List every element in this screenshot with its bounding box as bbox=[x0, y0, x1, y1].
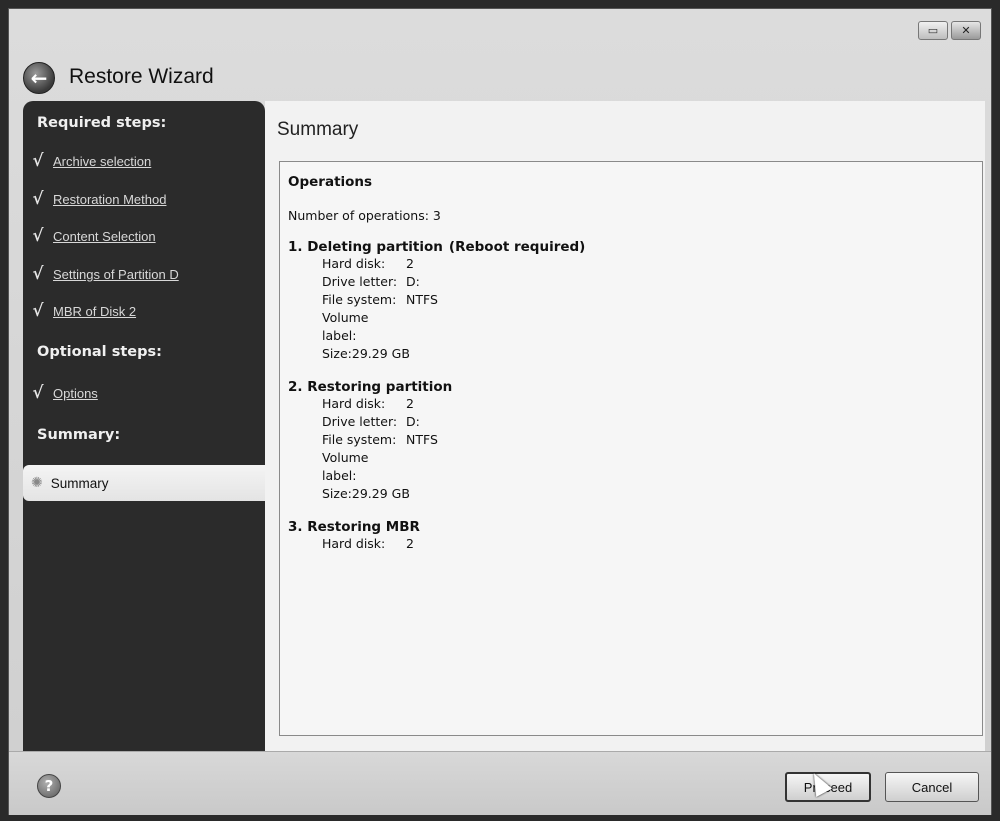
field-value: D: bbox=[406, 414, 420, 429]
sidebar-item-mbr-disk-2[interactable]: √ MBR of Disk 2 bbox=[31, 301, 136, 321]
operation-title: 2. Restoring partition bbox=[288, 379, 974, 395]
field-label: Volume label: bbox=[322, 450, 369, 483]
checkmark-icon: √ bbox=[32, 151, 44, 171]
sidebar-item-label[interactable]: Settings of Partition D bbox=[53, 267, 179, 282]
help-icon[interactable]: ? bbox=[37, 774, 61, 798]
checkmark-icon: √ bbox=[32, 301, 44, 321]
operation-title-text: 2. Restoring partition bbox=[288, 379, 453, 395]
restore-wizard-window: ▭ ✕ ← Restore Wizard Required steps: √ A… bbox=[8, 8, 992, 815]
field-row: Size: 29.29 GB bbox=[322, 485, 974, 503]
operation-item: 1. Deleting partition (Reboot required) H… bbox=[288, 239, 974, 363]
field-label: Hard disk: bbox=[322, 396, 386, 411]
operation-title-text: 3. Restoring MBR bbox=[288, 519, 420, 535]
sidebar-item-label[interactable]: Options bbox=[53, 386, 98, 401]
sidebar-item-label[interactable]: MBR of Disk 2 bbox=[53, 304, 136, 319]
field-label: File system: bbox=[322, 292, 397, 307]
field-value: 2 bbox=[406, 396, 414, 411]
field-value: 29.29 GB bbox=[351, 346, 410, 361]
field-value: D: bbox=[406, 274, 420, 289]
window-title: Restore Wizard bbox=[69, 65, 214, 88]
operation-title-text: 1. Deleting partition bbox=[288, 239, 443, 255]
field-label: Hard disk: bbox=[322, 536, 386, 551]
field-row: Volume label: bbox=[322, 309, 974, 345]
sidebar-item-summary[interactable]: ✺ Summary bbox=[23, 465, 265, 501]
operation-title: 1. Deleting partition (Reboot required) bbox=[288, 239, 974, 255]
field-label: Drive letter: bbox=[322, 414, 398, 429]
field-row: Hard disk: 2 bbox=[322, 255, 974, 273]
field-row: Size: 29.29 GB bbox=[322, 345, 974, 363]
field-label: File system: bbox=[322, 432, 397, 447]
field-row: Volume label: bbox=[322, 449, 974, 485]
summary-heading: Summary: bbox=[37, 427, 121, 443]
window-controls: ▭ ✕ bbox=[918, 21, 981, 40]
wizard-footer: ? Proceed Cancel bbox=[9, 751, 991, 815]
checkmark-icon: √ bbox=[32, 264, 44, 284]
checkmark-icon: √ bbox=[32, 189, 44, 209]
field-label: Volume label: bbox=[322, 310, 369, 343]
operations-summary-box: Operations Number of operations: 3 1. De… bbox=[279, 161, 983, 736]
field-value: NTFS bbox=[406, 292, 438, 307]
sidebar-item-restoration-method[interactable]: √ Restoration Method bbox=[31, 189, 166, 209]
field-row: Hard disk: 2 bbox=[322, 535, 974, 553]
operation-item: 3. Restoring MBR Hard disk: 2 bbox=[288, 519, 974, 553]
sidebar-item-label[interactable]: Content Selection bbox=[53, 229, 156, 244]
field-value: 2 bbox=[406, 536, 414, 551]
field-label: Size: bbox=[322, 346, 352, 361]
gear-icon: ✺ bbox=[31, 475, 43, 491]
sidebar-item-label[interactable]: Restoration Method bbox=[53, 192, 166, 207]
restore-window-icon[interactable]: ▭ bbox=[918, 21, 948, 40]
operation-title: 3. Restoring MBR bbox=[288, 519, 974, 535]
optional-steps-heading: Optional steps: bbox=[37, 344, 162, 360]
sidebar-item-label: Summary bbox=[50, 475, 109, 491]
field-value: 2 bbox=[406, 256, 414, 271]
field-label: Hard disk: bbox=[322, 256, 386, 271]
page-title: Summary bbox=[277, 119, 359, 140]
sidebar-item-label[interactable]: Archive selection bbox=[53, 154, 151, 169]
operations-heading: Operations bbox=[288, 174, 373, 190]
checkmark-icon: √ bbox=[32, 226, 44, 246]
sidebar-item-archive-selection[interactable]: √ Archive selection bbox=[31, 151, 151, 171]
sidebar-item-settings-partition-d[interactable]: √ Settings of Partition D bbox=[31, 264, 179, 284]
back-arrow-icon[interactable]: ← bbox=[23, 62, 55, 94]
operation-note: (Reboot required) bbox=[448, 239, 586, 255]
field-row: Drive letter: D: bbox=[322, 273, 974, 291]
operation-item: 2. Restoring partition Hard disk: 2 Drive… bbox=[288, 379, 974, 503]
close-window-icon[interactable]: ✕ bbox=[951, 21, 981, 40]
main-panel: Summary Operations Number of operations:… bbox=[265, 101, 985, 751]
cancel-button[interactable]: Cancel bbox=[885, 772, 979, 802]
field-value: NTFS bbox=[406, 432, 438, 447]
sidebar-lower-panel bbox=[23, 501, 265, 751]
field-label: Drive letter: bbox=[322, 274, 398, 289]
sidebar-item-options[interactable]: √ Options bbox=[31, 383, 98, 403]
field-label: Size: bbox=[322, 486, 352, 501]
sidebar-item-content-selection[interactable]: √ Content Selection bbox=[31, 226, 156, 246]
checkmark-icon: √ bbox=[32, 383, 44, 403]
required-steps-heading: Required steps: bbox=[37, 115, 167, 131]
field-row: File system: NTFS bbox=[322, 291, 974, 309]
field-row: Drive letter: D: bbox=[322, 413, 974, 431]
field-row: File system: NTFS bbox=[322, 431, 974, 449]
field-value: 29.29 GB bbox=[351, 486, 410, 501]
operations-count: Number of operations: 3 bbox=[288, 208, 441, 223]
title-bar: ▭ ✕ ← Restore Wizard bbox=[9, 9, 991, 103]
field-row: Hard disk: 2 bbox=[322, 395, 974, 413]
